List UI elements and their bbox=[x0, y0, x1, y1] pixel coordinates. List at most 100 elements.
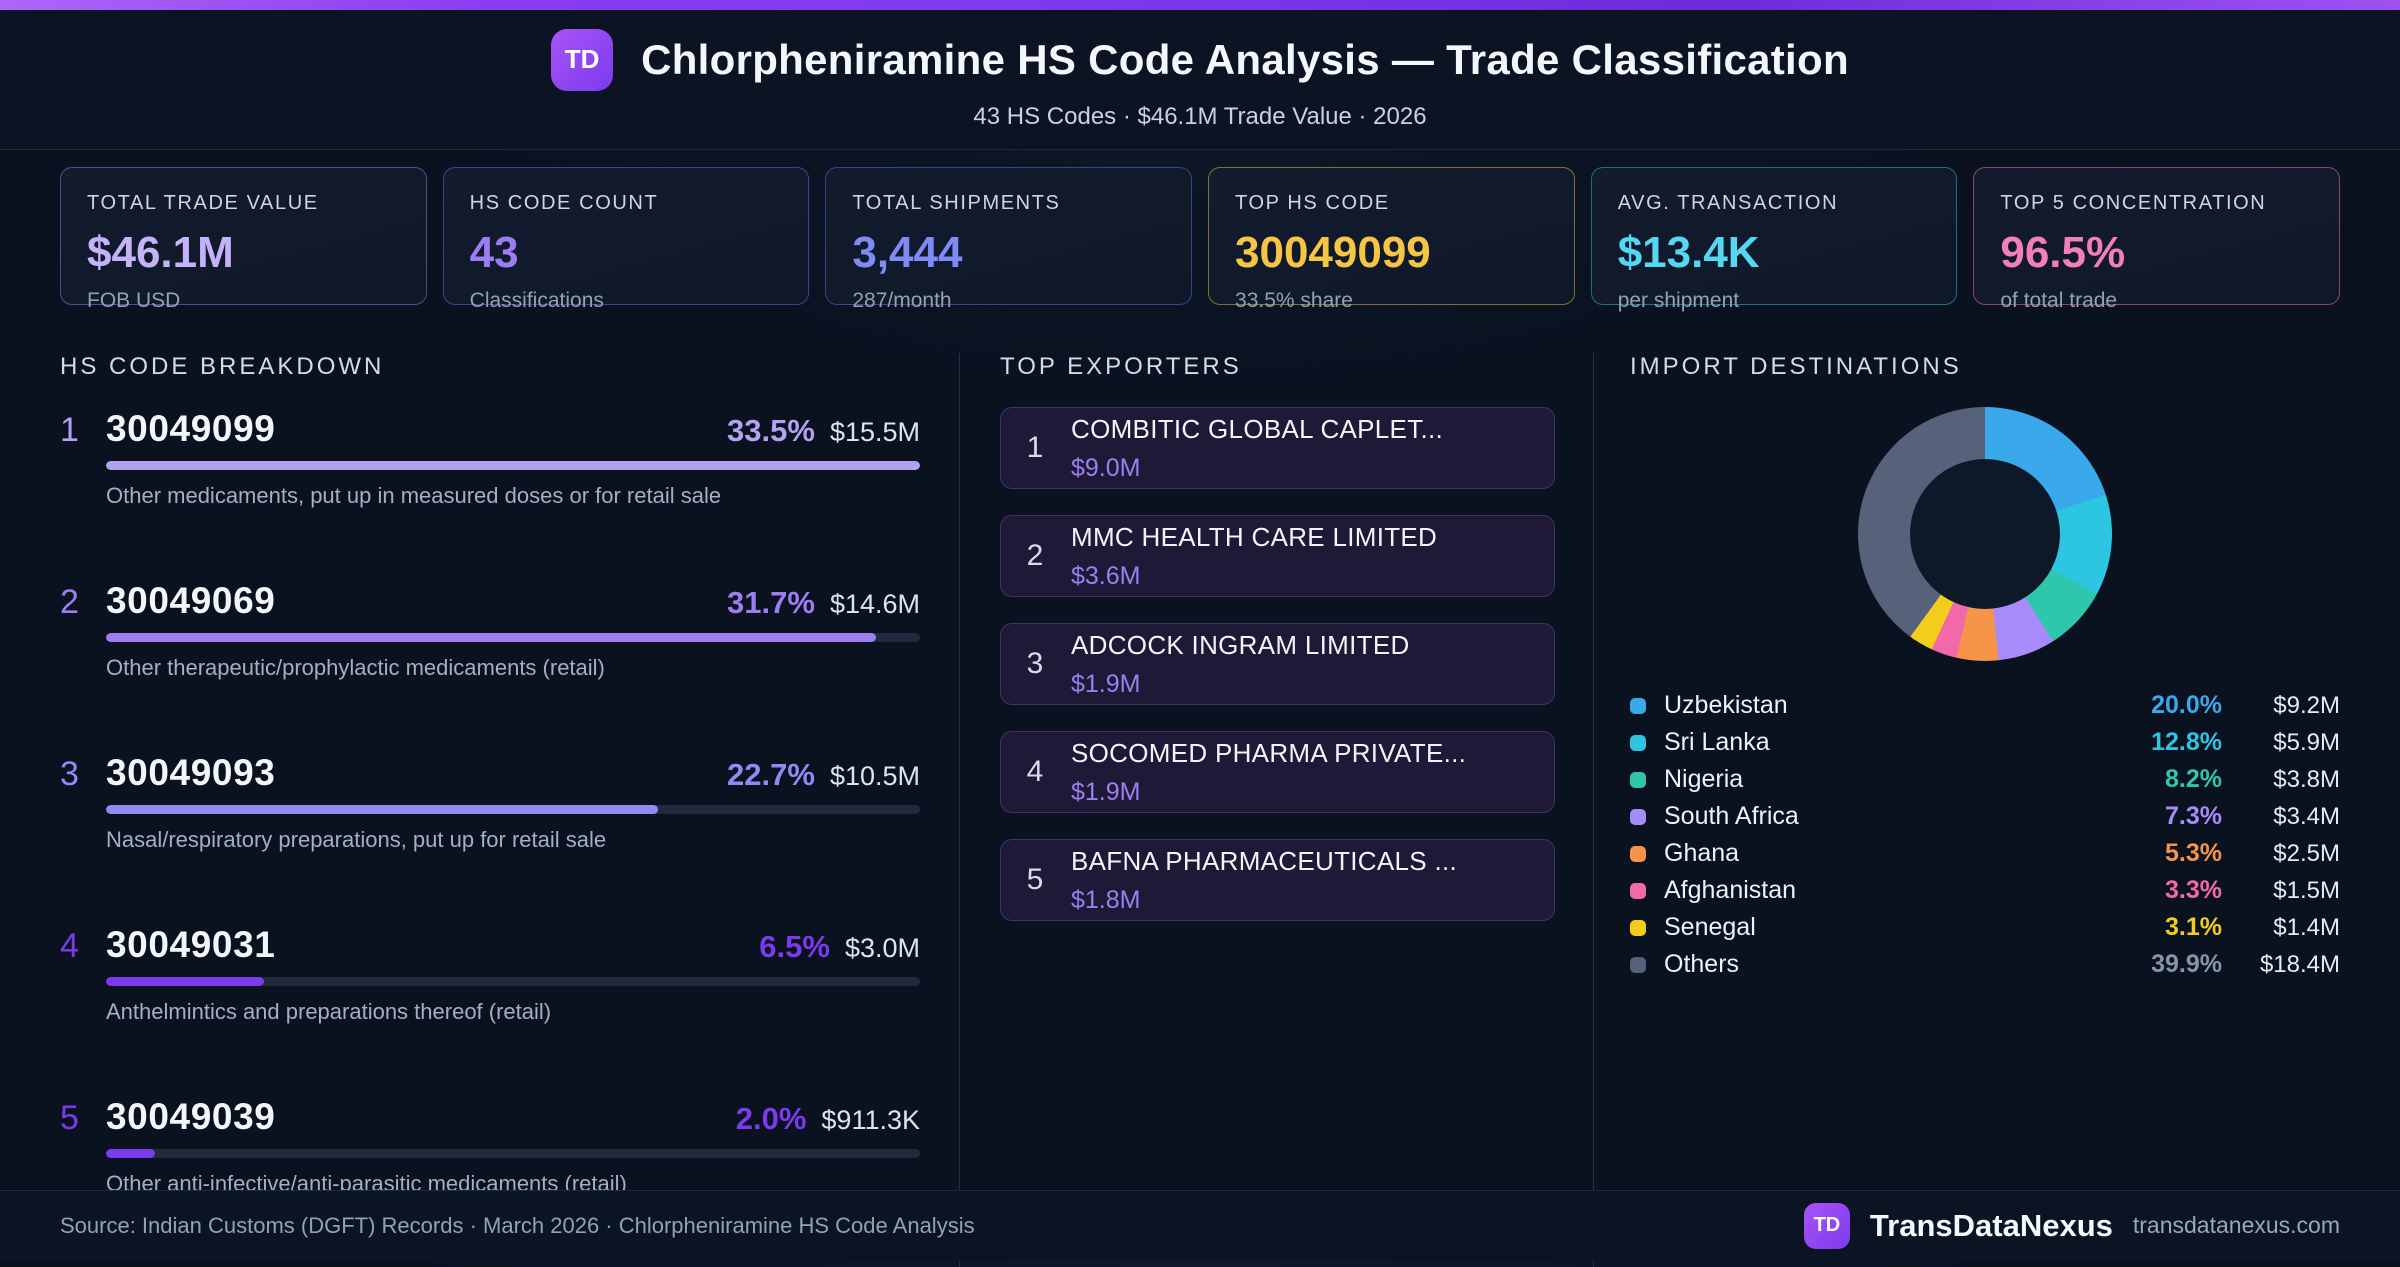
kpi-card: TOP HS CODE 30049099 33.5% share bbox=[1208, 167, 1575, 305]
legend-swatch bbox=[1630, 920, 1646, 936]
kpi-value: $13.4K bbox=[1618, 228, 1931, 278]
hs-progress-fill bbox=[106, 633, 876, 642]
legend-label: Senegal bbox=[1664, 913, 1756, 942]
kpi-subtext: 287/month bbox=[852, 289, 1165, 313]
legend-label: Others bbox=[1664, 950, 1739, 979]
hs-rank: 1 bbox=[60, 411, 106, 450]
top-accent-bar bbox=[0, 0, 2400, 10]
main-content: HS CODE BREAKDOWN 1 30049099 33.5% $15.5… bbox=[0, 353, 2400, 1267]
legend-percent: 12.8% bbox=[2097, 728, 2222, 757]
legend-percent: 8.2% bbox=[2097, 765, 2222, 794]
exporter-name: COMBITIC GLOBAL CAPLET... bbox=[1071, 414, 1443, 445]
kpi-subtext: of total trade bbox=[2000, 289, 2313, 313]
exporter-card: 2 MMC HEALTH CARE LIMITED $3.6M bbox=[1000, 515, 1555, 597]
legend-label: Ghana bbox=[1664, 839, 1739, 868]
exporter-name: ADCOCK INGRAM LIMITED bbox=[1071, 630, 1410, 661]
legend-row: Others 39.9% $18.4M bbox=[1630, 946, 2340, 983]
destinations-legend: Uzbekistan 20.0% $9.2M Sri Lanka 12.8% $… bbox=[1630, 687, 2340, 983]
legend-value: $5.9M bbox=[2222, 729, 2340, 757]
top-exporters-section: TOP EXPORTERS 1 COMBITIC GLOBAL CAPLET..… bbox=[959, 353, 1555, 1267]
hs-value: $911.3K bbox=[821, 1105, 920, 1136]
exporter-value: $3.6M bbox=[1071, 562, 1437, 591]
hs-percent: 33.5% bbox=[727, 413, 815, 449]
kpi-value: $46.1M bbox=[87, 228, 400, 278]
hs-description: Anthelmintics and preparations thereof (… bbox=[106, 999, 920, 1025]
section-heading-breakdown: HS CODE BREAKDOWN bbox=[60, 353, 920, 381]
hs-code: 30049069 bbox=[106, 579, 275, 623]
exporter-card: 4 SOCOMED PHARMA PRIVATE... $1.9M bbox=[1000, 731, 1555, 813]
kpi-card: TOTAL SHIPMENTS 3,444 287/month bbox=[825, 167, 1192, 305]
legend-swatch bbox=[1630, 883, 1646, 899]
hs-percent: 2.0% bbox=[736, 1101, 807, 1137]
hs-value: $10.5M bbox=[830, 761, 920, 792]
exporter-card: 1 COMBITIC GLOBAL CAPLET... $9.0M bbox=[1000, 407, 1555, 489]
exporter-rank: 2 bbox=[1025, 539, 1045, 573]
kpi-value: 96.5% bbox=[2000, 228, 2313, 278]
hs-value: $15.5M bbox=[830, 417, 920, 448]
legend-swatch bbox=[1630, 772, 1646, 788]
legend-row: Nigeria 8.2% $3.8M bbox=[1630, 761, 2340, 798]
legend-swatch bbox=[1630, 698, 1646, 714]
hs-code: 30049039 bbox=[106, 1095, 275, 1139]
kpi-subtext: 33.5% share bbox=[1235, 289, 1548, 313]
brand-logo-badge: TD bbox=[1804, 1203, 1850, 1249]
hs-percent: 31.7% bbox=[727, 585, 815, 621]
legend-row: Sri Lanka 12.8% $5.9M bbox=[1630, 724, 2340, 761]
hs-value: $14.6M bbox=[830, 589, 920, 620]
hs-row: 1 30049099 33.5% $15.5M Other medicament… bbox=[60, 407, 920, 509]
kpi-subtext: Classifications bbox=[470, 289, 783, 313]
hs-description: Other medicaments, put up in measured do… bbox=[106, 483, 920, 509]
legend-percent: 20.0% bbox=[2097, 691, 2222, 720]
legend-percent: 3.1% bbox=[2097, 913, 2222, 942]
legend-label: Afghanistan bbox=[1664, 876, 1796, 905]
hs-description: Other therapeutic/prophylactic medicamen… bbox=[106, 655, 920, 681]
hs-description: Nasal/respiratory preparations, put up f… bbox=[106, 827, 920, 853]
kpi-card: TOTAL TRADE VALUE $46.1M FOB USD bbox=[60, 167, 427, 305]
exporter-name: BAFNA PHARMACEUTICALS ... bbox=[1071, 846, 1457, 877]
hs-rank: 4 bbox=[60, 927, 106, 966]
kpi-card: AVG. TRANSACTION $13.4K per shipment bbox=[1591, 167, 1958, 305]
hs-rank: 5 bbox=[60, 1099, 106, 1138]
kpi-card: HS CODE COUNT 43 Classifications bbox=[443, 167, 810, 305]
legend-row: Afghanistan 3.3% $1.5M bbox=[1630, 872, 2340, 909]
kpi-card: TOP 5 CONCENTRATION 96.5% of total trade bbox=[1973, 167, 2340, 305]
exporter-name: MMC HEALTH CARE LIMITED bbox=[1071, 522, 1437, 553]
kpi-label: TOP HS CODE bbox=[1235, 192, 1548, 215]
legend-percent: 3.3% bbox=[2097, 876, 2222, 905]
section-heading-exporters: TOP EXPORTERS bbox=[1000, 353, 1555, 381]
legend-row: South Africa 7.3% $3.4M bbox=[1630, 798, 2340, 835]
exporter-rank: 1 bbox=[1025, 431, 1045, 465]
hs-progress-track bbox=[106, 1149, 920, 1158]
exporter-value: $9.0M bbox=[1071, 454, 1443, 483]
section-heading-destinations: IMPORT DESTINATIONS bbox=[1630, 353, 2340, 381]
legend-value: $3.4M bbox=[2222, 803, 2340, 831]
page-subtitle: 43 HS Codes · $46.1M Trade Value · 2026 bbox=[973, 103, 1426, 131]
legend-label: Uzbekistan bbox=[1664, 691, 1788, 720]
import-destinations-section: IMPORT DESTINATIONS Uzbekistan 20.0% $9.… bbox=[1593, 353, 2340, 1267]
brand-logo-badge: TD bbox=[551, 29, 613, 91]
hs-code: 30049031 bbox=[106, 923, 275, 967]
kpi-label: HS CODE COUNT bbox=[470, 192, 783, 215]
kpi-label: AVG. TRANSACTION bbox=[1618, 192, 1931, 215]
exporter-rank: 4 bbox=[1025, 755, 1045, 789]
exporter-value: $1.9M bbox=[1071, 778, 1466, 807]
hs-code-breakdown-section: HS CODE BREAKDOWN 1 30049099 33.5% $15.5… bbox=[60, 353, 920, 1267]
legend-value: $1.5M bbox=[2222, 877, 2340, 905]
exporter-rank: 3 bbox=[1025, 647, 1045, 681]
legend-percent: 39.9% bbox=[2097, 950, 2222, 979]
hs-row: 2 30049069 31.7% $14.6M Other therapeuti… bbox=[60, 579, 920, 681]
hs-row: 3 30049093 22.7% $10.5M Nasal/respirator… bbox=[60, 751, 920, 853]
hs-row: 4 30049031 6.5% $3.0M Anthelmintics and … bbox=[60, 923, 920, 1025]
brand-domain: transdatanexus.com bbox=[2133, 1212, 2340, 1239]
kpi-subtext: per shipment bbox=[1618, 289, 1931, 313]
hs-code: 30049099 bbox=[106, 407, 275, 451]
legend-percent: 7.3% bbox=[2097, 802, 2222, 831]
destinations-donut-chart bbox=[1858, 407, 2112, 661]
hs-progress-fill bbox=[106, 1149, 155, 1158]
kpi-value: 30049099 bbox=[1235, 228, 1548, 278]
hs-value: $3.0M bbox=[845, 933, 920, 964]
legend-value: $18.4M bbox=[2222, 951, 2340, 979]
legend-label: Sri Lanka bbox=[1664, 728, 1770, 757]
legend-row: Ghana 5.3% $2.5M bbox=[1630, 835, 2340, 872]
kpi-label: TOP 5 CONCENTRATION bbox=[2000, 192, 2313, 215]
